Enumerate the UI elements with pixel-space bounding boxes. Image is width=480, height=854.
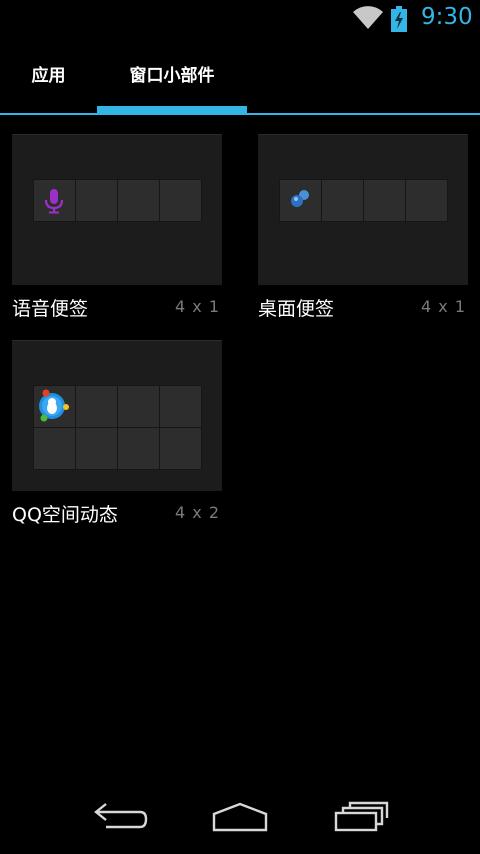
widget-preview[interactable]	[12, 340, 222, 491]
preview-cell	[118, 428, 159, 469]
preview-cell	[118, 386, 159, 427]
widget-name: 语音便签	[12, 298, 89, 320]
preview-cell	[160, 180, 201, 221]
status-bar: 9:30	[0, 0, 480, 38]
preview-cell	[406, 180, 447, 221]
preview-cell	[322, 180, 363, 221]
recent-apps-icon[interactable]	[332, 800, 390, 834]
preview-cell	[364, 180, 405, 221]
preview-cell	[76, 386, 117, 427]
widget-size: 4 x 1	[421, 297, 466, 316]
wifi-icon	[353, 6, 383, 30]
home-icon[interactable]	[210, 800, 270, 834]
microphone-icon	[44, 189, 64, 214]
clock: 9:30	[421, 4, 473, 30]
widget-size: 4 x 2	[175, 503, 220, 522]
tab-divider	[0, 113, 480, 115]
preview-cell	[34, 428, 75, 469]
tab-apps[interactable]: 应用	[0, 38, 97, 114]
navigation-bar	[0, 782, 480, 854]
tab-widgets[interactable]: 窗口小部件	[97, 38, 247, 114]
preview-cell	[118, 180, 159, 221]
widget-size: 4 x 1	[175, 297, 220, 316]
tab-bar: 应用 窗口小部件	[0, 38, 480, 116]
widget-name: 桌面便签	[258, 298, 335, 320]
battery-charging-icon	[391, 6, 407, 32]
preview-cell	[160, 428, 201, 469]
blue-dots-icon	[291, 190, 309, 207]
widget-preview[interactable]	[12, 134, 222, 285]
qzone-icon	[39, 389, 69, 422]
widget-name: QQ空间动态	[12, 504, 118, 526]
preview-cell	[160, 386, 201, 427]
widget-preview[interactable]	[258, 134, 468, 285]
preview-cell	[76, 180, 117, 221]
preview-cell	[76, 428, 117, 469]
back-icon[interactable]	[92, 800, 150, 834]
